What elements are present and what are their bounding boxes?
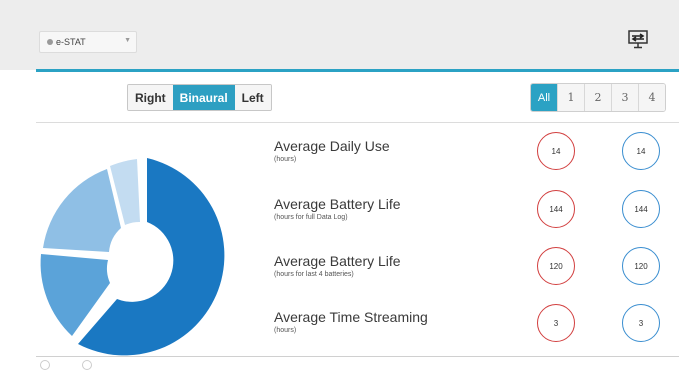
device-tabs: All 1 2 3 4 — [530, 83, 666, 112]
metric-title: Average Battery Life — [274, 196, 401, 212]
left-value-circle: 14 — [537, 132, 575, 170]
divider — [36, 122, 679, 123]
right-value-circle: 14 — [622, 132, 660, 170]
status-dot-icon — [47, 39, 53, 45]
donut-slice-3 — [43, 169, 121, 252]
left-value-circle: 3 — [537, 304, 575, 342]
left-value-circle: 144 — [537, 190, 575, 228]
metric-title: Average Daily Use — [274, 138, 390, 154]
tab-4[interactable]: 4 — [638, 84, 665, 111]
right-value-circle: 3 — [622, 304, 660, 342]
tab-3[interactable]: 3 — [611, 84, 638, 111]
metric-subtitle: (hours) — [274, 327, 297, 334]
side-option-binaural[interactable]: Binaural — [172, 85, 235, 110]
side-switch: Right Binaural Left — [127, 84, 272, 111]
metric-battery-full-log: Average Battery Life (hours for full Dat… — [274, 196, 401, 221]
metric-daily-use: Average Daily Use (hours) — [274, 138, 390, 163]
side-option-right[interactable]: Right — [128, 85, 173, 110]
usage-donut-chart — [40, 158, 225, 356]
tab-1[interactable]: 1 — [557, 84, 584, 111]
right-value-circle: 144 — [622, 190, 660, 228]
divider — [36, 356, 679, 357]
metric-time-streaming: Average Time Streaming (hours) — [274, 309, 428, 334]
metric-subtitle: (hours for full Data Log) — [274, 214, 348, 221]
side-option-left[interactable]: Left — [234, 85, 271, 110]
device-select-label: e-STAT — [56, 37, 86, 47]
tab-all[interactable]: All — [531, 84, 557, 111]
metric-subtitle: (hours) — [274, 156, 297, 163]
metric-title: Average Battery Life — [274, 253, 401, 269]
metric-title: Average Time Streaming — [274, 309, 428, 325]
radio-icon[interactable] — [82, 360, 92, 370]
radio-icon[interactable] — [40, 360, 50, 370]
left-value-circle: 120 — [537, 247, 575, 285]
right-value-circle: 120 — [622, 247, 660, 285]
metric-subtitle: (hours for last 4 batteries) — [274, 271, 354, 278]
toolbar-accent-line — [36, 69, 679, 72]
tab-2[interactable]: 2 — [584, 84, 611, 111]
chevron-down-icon: ▼ — [124, 37, 131, 44]
device-select[interactable]: e-STAT ▼ — [39, 31, 137, 53]
monitor-transfer-icon[interactable] — [626, 27, 650, 51]
metric-battery-last-4: Average Battery Life (hours for last 4 b… — [274, 253, 401, 278]
